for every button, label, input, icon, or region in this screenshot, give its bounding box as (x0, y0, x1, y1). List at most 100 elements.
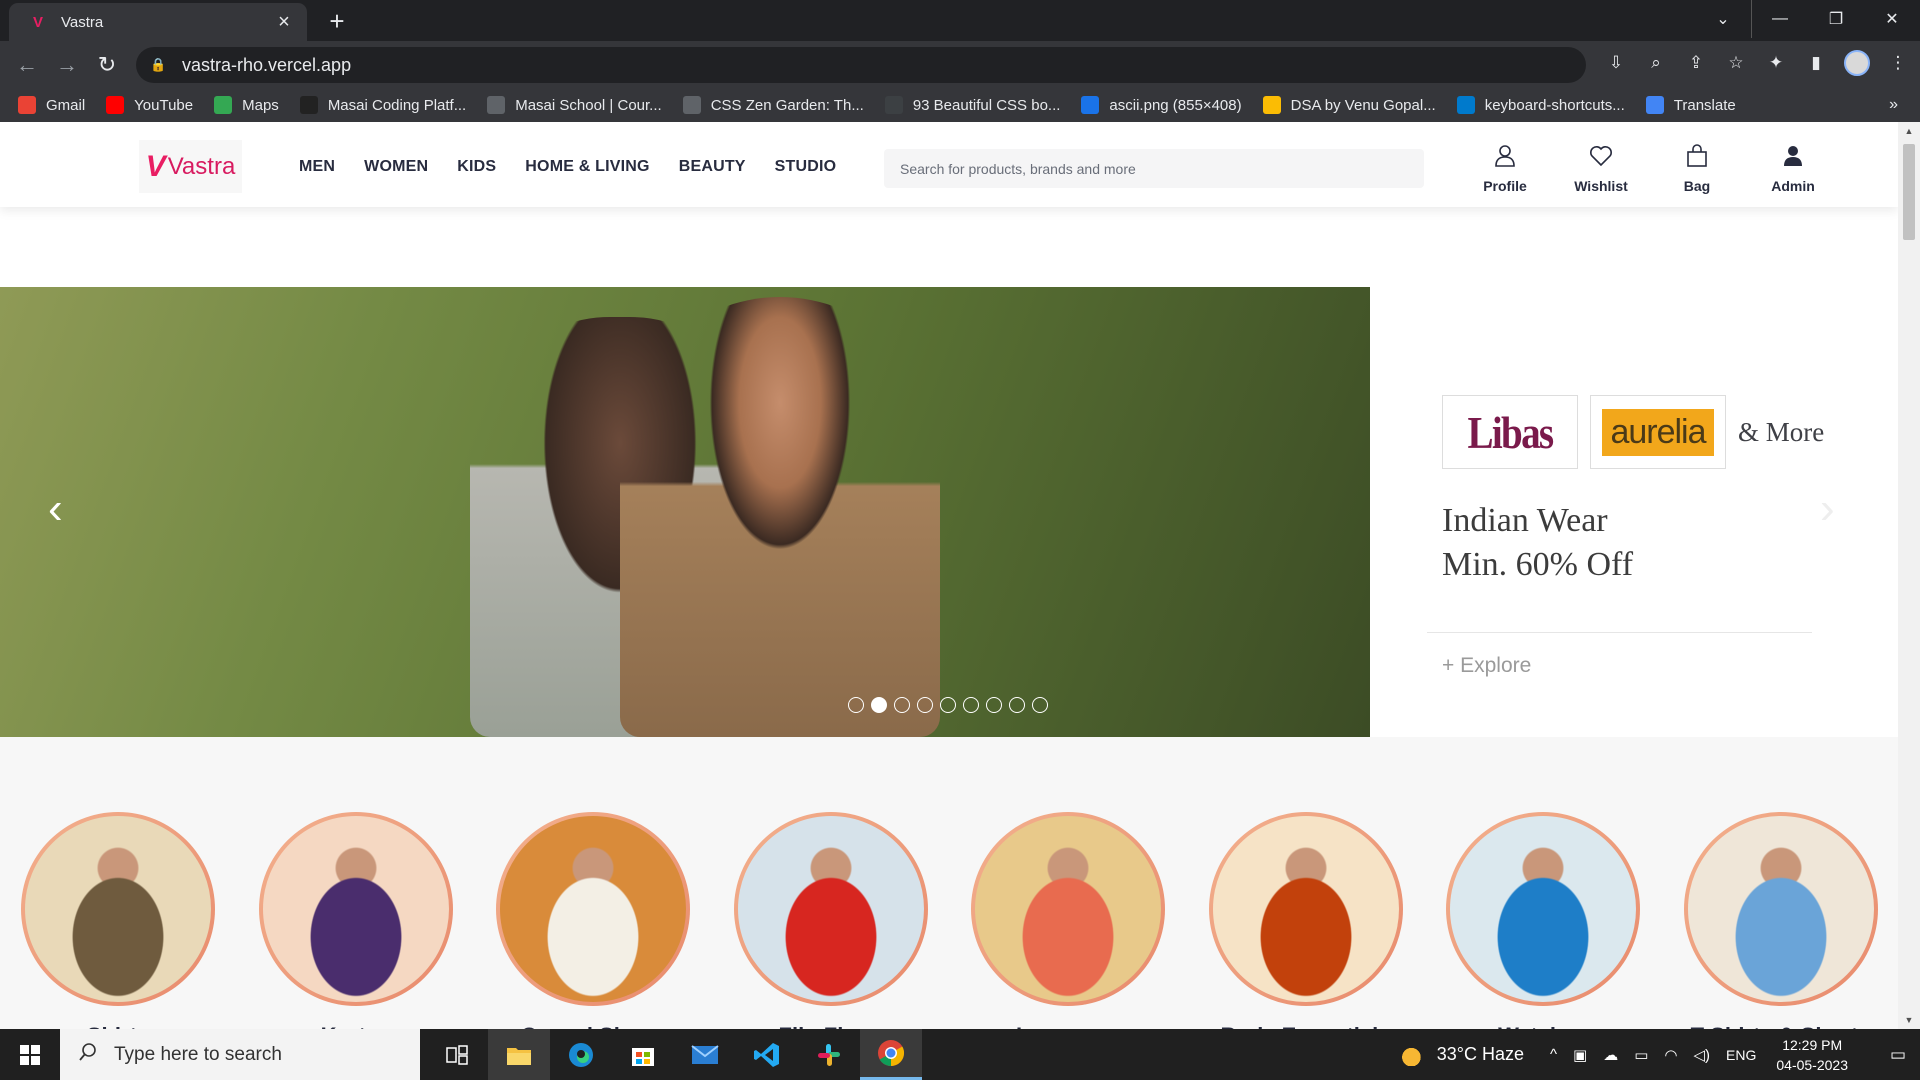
offer-line-2: Min. 60% Off (1442, 546, 1634, 583)
battery-icon[interactable]: ▭ (1634, 1046, 1648, 1064)
bookmark-item[interactable]: keyboard-shortcuts... (1456, 96, 1625, 114)
nav-home-living[interactable]: HOME & LIVING (525, 158, 649, 176)
back-button[interactable]: ← (12, 50, 42, 80)
kurta-image (262, 816, 449, 1002)
bookmark-star-icon[interactable]: ☆ (1724, 53, 1748, 73)
bookmark-item[interactable]: CSS Zen Garden: Th... (682, 96, 864, 114)
admin-action[interactable]: Admin (1748, 142, 1838, 194)
category-card[interactable] (21, 812, 215, 1006)
category-card[interactable] (733, 812, 928, 1006)
slack-icon[interactable] (798, 1029, 860, 1080)
carousel-dot[interactable] (1032, 697, 1048, 713)
side-panel-icon[interactable]: ▮ (1804, 53, 1828, 73)
bookmark-item[interactable]: Translate (1645, 96, 1736, 114)
carousel-dot[interactable] (917, 697, 933, 713)
scroll-down-icon[interactable]: ▼ (1898, 1011, 1920, 1029)
brand-more-text: & More (1738, 416, 1825, 447)
mail-icon[interactable] (674, 1029, 736, 1080)
task-view-icon[interactable] (426, 1029, 488, 1080)
nav-beauty[interactable]: BEAUTY (679, 158, 746, 176)
scroll-up-icon[interactable]: ▲ (1898, 122, 1920, 140)
bookmark-item[interactable]: Gmail (18, 96, 85, 114)
bookmark-item[interactable]: Maps (214, 96, 279, 114)
category-card[interactable] (971, 812, 1165, 1006)
admin-icon (1782, 142, 1804, 170)
profile-action[interactable]: Profile (1460, 142, 1550, 194)
bookmark-item[interactable]: DSA by Venu Gopal... (1262, 96, 1436, 114)
device-icon[interactable]: ▣ (1573, 1046, 1587, 1064)
extensions-icon[interactable]: ✦ (1764, 53, 1788, 73)
carousel-dot[interactable] (848, 697, 864, 713)
carousel-dot[interactable] (1009, 697, 1025, 713)
taskbar-search[interactable]: Type here to search (60, 1029, 420, 1080)
restore-button[interactable]: ❐ (1808, 0, 1864, 38)
nav-women[interactable]: WOMEN (364, 158, 428, 176)
wishlist-action[interactable]: Wishlist (1556, 142, 1646, 194)
youtube-icon (106, 96, 125, 114)
tab-search-icon[interactable]: ⌄ (1695, 0, 1751, 38)
new-tab-button[interactable]: + (319, 6, 355, 36)
hero-banner-image[interactable]: ‹ (0, 287, 1370, 737)
nav-kids[interactable]: KIDS (457, 158, 496, 176)
logo-text: Vastra (167, 152, 236, 180)
minimize-button[interactable]: — (1752, 0, 1808, 38)
carousel-prev-icon[interactable]: ‹ (48, 487, 63, 531)
show-hidden-icons-icon[interactable]: ^ (1550, 1046, 1557, 1063)
carousel-dot[interactable] (963, 697, 979, 713)
carousel-next-icon[interactable]: › (1820, 487, 1835, 531)
menu-icon[interactable]: ⋮ (1886, 53, 1910, 73)
bookmark-item[interactable]: Masai School | Cour... (487, 96, 662, 114)
carousel-dot[interactable] (894, 697, 910, 713)
reload-button[interactable]: ↻ (92, 50, 122, 80)
bookmark-item[interactable]: YouTube (106, 96, 193, 114)
explore-link[interactable]: + Explore (1442, 654, 1531, 678)
chrome-icon[interactable] (860, 1029, 922, 1080)
address-bar[interactable]: 🔒 vastra-rho.vercel.app (136, 47, 1586, 83)
bookmark-item[interactable]: Masai Coding Platf... (299, 96, 466, 114)
bag-action[interactable]: Bag (1652, 142, 1742, 194)
forward-button[interactable]: → (52, 50, 82, 80)
bookmark-item[interactable]: 93 Beautiful CSS bo... (884, 96, 1060, 114)
microsoft-store-icon[interactable] (612, 1029, 674, 1080)
carousel-dot[interactable] (986, 697, 1002, 713)
onedrive-icon[interactable]: ☁ (1603, 1046, 1618, 1064)
file-explorer-icon[interactable] (488, 1029, 550, 1080)
windows-start-button[interactable] (0, 1029, 60, 1080)
close-window-button[interactable]: ✕ (1864, 0, 1920, 38)
weather-widget[interactable]: 33°C Haze (1400, 1043, 1524, 1066)
category-card[interactable] (1683, 812, 1878, 1006)
nav-studio[interactable]: STUDIO (775, 158, 837, 176)
close-tab-icon[interactable]: × (273, 11, 295, 34)
category-card[interactable] (1446, 812, 1640, 1006)
zoom-icon[interactable]: ⌕ (1644, 53, 1668, 73)
category-strip: ShirtsKurtasCasual ShoesFlip FlopsInnerw… (0, 737, 1898, 1029)
category-card[interactable] (496, 812, 690, 1006)
carousel-dot[interactable] (871, 697, 887, 713)
window-controls: ⌄ — ❐ ✕ (1695, 0, 1920, 41)
install-app-icon[interactable]: ⇩ (1604, 53, 1628, 73)
vscode-icon[interactable] (736, 1029, 798, 1080)
browser-tab[interactable]: V Vastra × (9, 3, 307, 41)
profile-avatar[interactable] (1844, 50, 1870, 76)
share-icon[interactable]: ⇪ (1684, 53, 1708, 73)
notifications-icon[interactable]: ▭ (1876, 1045, 1920, 1065)
site-logo[interactable]: V Vastra (139, 140, 242, 193)
clock[interactable]: 12:29 PM 04-05-2023 (1776, 1035, 1848, 1075)
page-scrollbar[interactable]: ▲ ▼ (1898, 122, 1920, 1029)
nav-men[interactable]: MEN (299, 158, 335, 176)
clock-date: 04-05-2023 (1776, 1056, 1848, 1073)
bookmark-item[interactable]: ascii.png (855×408) (1081, 96, 1242, 114)
search-input[interactable] (900, 160, 1424, 177)
shoes-image (500, 816, 686, 1002)
wifi-icon[interactable]: ◠ (1664, 1046, 1677, 1064)
category-card[interactable] (258, 812, 453, 1006)
category-card[interactable] (1208, 812, 1403, 1006)
language-indicator[interactable]: ENG (1726, 1047, 1756, 1063)
bookmark-label: Maps (242, 96, 279, 114)
scroll-thumb[interactable] (1903, 144, 1915, 240)
masai-icon (299, 96, 318, 114)
more-bookmarks-icon[interactable]: » (1889, 96, 1898, 114)
volume-icon[interactable]: ◁) (1694, 1046, 1711, 1064)
carousel-dot[interactable] (940, 697, 956, 713)
edge-icon[interactable] (550, 1029, 612, 1080)
